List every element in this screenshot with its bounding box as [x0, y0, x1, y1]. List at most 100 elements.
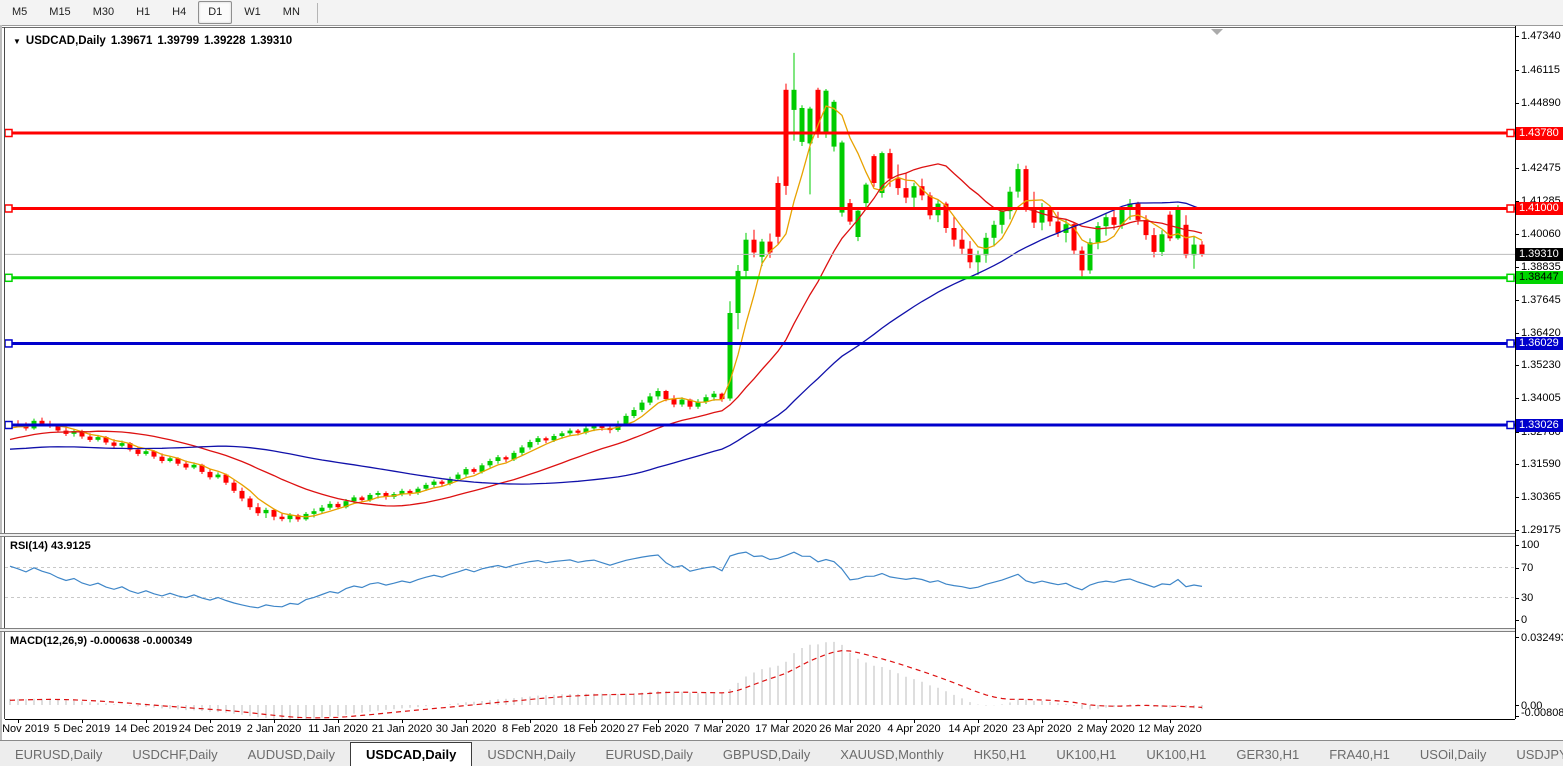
- axis-tick: [1515, 36, 1519, 37]
- candle-body: [1136, 204, 1141, 220]
- chart-tab-usoil-daily[interactable]: USOil,Daily: [1405, 744, 1501, 766]
- axis-tick: [1515, 530, 1519, 531]
- rsi-chart-canvas[interactable]: [5, 537, 1515, 628]
- candle-body: [488, 461, 493, 465]
- candle-body: [872, 156, 877, 183]
- rsi-tick-label: 0: [1521, 614, 1563, 626]
- candle-body: [312, 511, 317, 514]
- candle-body: [576, 431, 581, 433]
- date-label: 23 Apr 2020: [1012, 723, 1071, 735]
- chart-tab-gbpusd-daily[interactable]: GBPUSD,Daily: [708, 744, 825, 766]
- date-label: 2 May 2020: [1077, 723, 1134, 735]
- axis-tick: [1515, 716, 1519, 717]
- price-badge-1.33026: 1.33026: [1516, 419, 1563, 432]
- chart-tab-uk100-h1[interactable]: UK100,H1: [1131, 744, 1221, 766]
- candle-body: [1104, 217, 1109, 226]
- date-label: 17 Mar 2020: [755, 723, 817, 735]
- price-tick-label: 1.46115: [1521, 64, 1563, 76]
- hline-handle: [1507, 422, 1514, 429]
- candle-body: [624, 416, 629, 424]
- chart-tab-fra40-h1[interactable]: FRA40,H1: [1314, 744, 1405, 766]
- date-label: 18 Feb 2020: [563, 723, 625, 735]
- candle-body: [848, 203, 853, 222]
- axis-tick: [1515, 234, 1519, 235]
- candle-body: [376, 493, 381, 495]
- macd-tick-label: -0.00808: [1521, 707, 1563, 719]
- candles-group: [8, 53, 1205, 523]
- axis-tick: [1515, 300, 1519, 301]
- date-label: 12 May 2020: [1138, 723, 1202, 735]
- macd-chart-canvas[interactable]: [5, 632, 1515, 719]
- main-price-chart-canvas[interactable]: [5, 28, 1515, 533]
- price-tick-label: 1.35230: [1521, 359, 1563, 371]
- candle-body: [1112, 217, 1117, 225]
- candle-body: [632, 410, 637, 416]
- candle-body: [336, 504, 341, 507]
- hline-handle: [5, 422, 12, 429]
- macd-tick-label: 0.032493: [1521, 632, 1563, 644]
- candle-body: [280, 517, 285, 519]
- timeframe-button-m30[interactable]: M30: [83, 1, 124, 24]
- axis-tick: [1515, 705, 1519, 706]
- candle-body: [712, 394, 717, 398]
- chart-tab-hk50-h1[interactable]: HK50,H1: [959, 744, 1042, 766]
- timeframe-button-w1[interactable]: W1: [234, 1, 271, 24]
- candle-body: [1088, 242, 1093, 270]
- candle-body: [888, 153, 893, 179]
- chart-tab-eurusd-daily[interactable]: EURUSD,Daily: [0, 744, 117, 766]
- candle-body: [232, 483, 237, 491]
- candle-body: [648, 396, 653, 402]
- price-tick-label: 1.44890: [1521, 97, 1563, 109]
- chart-dropdown-icon[interactable]: ▼: [13, 37, 21, 46]
- timeframe-button-mn[interactable]: MN: [273, 1, 310, 24]
- date-label: 27 Feb 2020: [627, 723, 689, 735]
- candle-body: [1000, 211, 1005, 225]
- hline-handle: [5, 274, 12, 281]
- price-tick-label: 1.30365: [1521, 491, 1563, 503]
- ohlc-close-value: 1.39310: [251, 35, 293, 47]
- timeframe-button-m15[interactable]: M15: [39, 1, 80, 24]
- axis-tick: [1515, 545, 1519, 546]
- hline-handle: [1507, 205, 1514, 212]
- chart-tab-uk100-h1[interactable]: UK100,H1: [1041, 744, 1131, 766]
- candle-body: [208, 472, 213, 477]
- chart-title[interactable]: ▼ USDCAD,Daily 1.39671 1.39799 1.39228 1…: [13, 35, 292, 47]
- candle-body: [680, 400, 685, 405]
- rsi-tick-label: 70: [1521, 562, 1563, 574]
- candle-body: [352, 497, 357, 501]
- timeframe-button-d1[interactable]: D1: [198, 1, 232, 24]
- chart-tab-ger30-h1[interactable]: GER30,H1: [1221, 744, 1314, 766]
- window-left-edge: [0, 25, 2, 740]
- chart-tab-usdcnh-daily[interactable]: USDCNH,Daily: [472, 744, 590, 766]
- candle-body: [1040, 209, 1045, 223]
- chart-tab-usdchf-daily[interactable]: USDCHF,Daily: [117, 744, 232, 766]
- candle-body: [1200, 245, 1205, 255]
- ma-mid-line: [10, 164, 1202, 506]
- timeframe-button-h4[interactable]: H4: [162, 1, 196, 24]
- chart-tab-audusd-daily[interactable]: AUDUSD,Daily: [233, 744, 350, 766]
- candle-body: [1016, 169, 1021, 192]
- axis-tick: [1515, 168, 1519, 169]
- candle-body: [360, 497, 365, 500]
- candle-body: [808, 109, 813, 144]
- candle-body: [968, 249, 973, 263]
- candle-body: [1056, 222, 1061, 233]
- candle-body: [184, 464, 189, 468]
- chart-tab-usdcad-daily[interactable]: USDCAD,Daily: [350, 742, 472, 766]
- candle-body: [136, 450, 141, 454]
- date-label: 14 Apr 2020: [948, 723, 1007, 735]
- hline-handle: [1507, 340, 1514, 347]
- candle-body: [856, 211, 861, 237]
- chart-tab-eurusd-daily[interactable]: EURUSD,Daily: [590, 744, 707, 766]
- rsi-tick-label: 100: [1521, 539, 1563, 551]
- candle-body: [112, 443, 117, 446]
- hline-handle: [1507, 274, 1514, 281]
- price-badge-1.36029: 1.36029: [1516, 337, 1563, 350]
- hline-handle: [1507, 130, 1514, 137]
- price-badge-1.39310: 1.39310: [1516, 248, 1563, 261]
- chart-tab-xauusd-monthly[interactable]: XAUUSD,Monthly: [825, 744, 958, 766]
- chart-tab-usdjpy-h1[interactable]: USDJPY,H1: [1501, 744, 1563, 766]
- timeframe-button-m5[interactable]: M5: [2, 1, 37, 24]
- timeframe-button-h1[interactable]: H1: [126, 1, 160, 24]
- candle-body: [1144, 220, 1149, 235]
